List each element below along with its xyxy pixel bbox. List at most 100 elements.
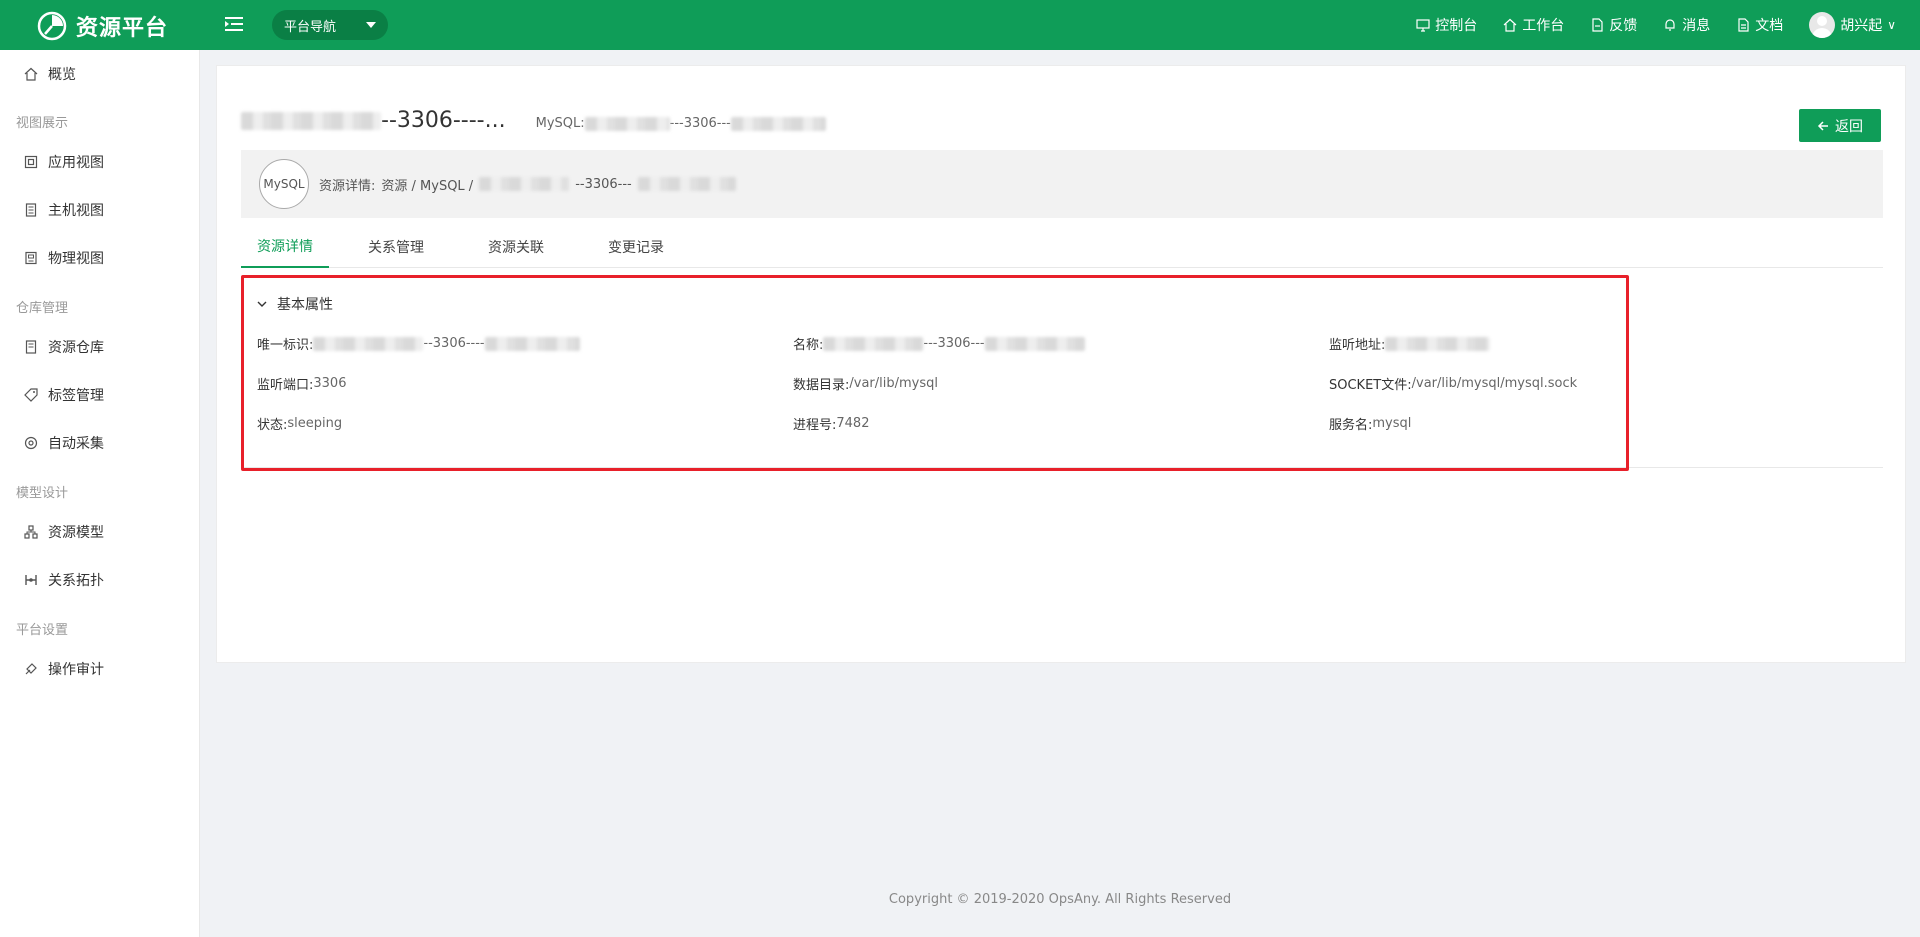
section-title: 基本属性 xyxy=(277,297,333,313)
mysql-badge: MySQL xyxy=(259,159,309,209)
sidebar-item-label: 关系拓扑 xyxy=(48,573,104,589)
header-console-label: 控制台 xyxy=(1435,18,1478,34)
header-console-link[interactable]: 控制台 xyxy=(1416,15,1477,35)
redacted-text xyxy=(637,177,736,191)
file-icon xyxy=(1592,18,1603,32)
menu-toggle-button[interactable] xyxy=(222,12,246,36)
header-feedback-link[interactable]: 反馈 xyxy=(1590,15,1637,35)
tab-relation-management[interactable]: 关系管理 xyxy=(351,226,441,268)
prop-value: 7482 xyxy=(836,416,870,431)
header-docs-label: 文档 xyxy=(1755,18,1784,34)
basic-attributes-section: 基本属性 唯一标识: --3306---- 名称: ---3306--- 监听地… xyxy=(241,272,1883,471)
redacted-text xyxy=(1385,336,1491,351)
prop-label: 监听地址: xyxy=(1329,338,1386,353)
resource-info-bar: MySQL 资源详情: 资源 / MySQL / --3306--- xyxy=(241,150,1883,218)
sidebar-item-auto-collect[interactable]: 自动采集 xyxy=(24,431,104,455)
prop-label: 状态: xyxy=(257,418,288,433)
sidebar-item-label: 主机视图 xyxy=(48,203,104,219)
subtitle-prefix: MySQL: xyxy=(535,116,585,131)
host-icon xyxy=(25,203,37,217)
bell-icon xyxy=(1665,19,1675,31)
prop-value: /var/lib/mysql xyxy=(849,376,939,391)
model-icon xyxy=(24,525,38,539)
highlight-annotation xyxy=(241,275,1629,471)
header-docs-link[interactable]: 文档 xyxy=(1736,15,1783,35)
sidebar-group-title: 模型设计 xyxy=(16,486,69,501)
redacted-text xyxy=(313,336,424,351)
prop-listen-port: 监听端口: 3306 xyxy=(257,374,346,393)
sidebar-group-title: 仓库管理 xyxy=(16,301,69,316)
user-menu[interactable]: 胡兴起 ∨ xyxy=(1809,12,1896,38)
monitor-icon xyxy=(1416,19,1430,32)
redacted-text xyxy=(241,112,381,130)
redacted-text xyxy=(823,336,924,351)
sidebar-item-resource-repo[interactable]: 资源仓库 xyxy=(24,335,104,359)
topology-icon xyxy=(25,575,37,585)
prop-label: 数据目录: xyxy=(793,378,850,393)
prop-unique-id: 唯一标识: --3306---- xyxy=(257,334,580,353)
prop-value: sleeping xyxy=(287,416,343,431)
sidebar-item-label: 物理视图 xyxy=(48,251,104,267)
prop-label: 进程号: xyxy=(793,418,837,433)
redacted-text xyxy=(584,116,670,131)
detail-tabs: 资源详情 关系管理 资源关联 变更记录 xyxy=(241,226,1883,268)
header-actions: 控制台 工作台 反馈 消息 文档 胡兴起 ∨ xyxy=(1416,0,1896,50)
back-button-label: 返回 xyxy=(1835,118,1863,135)
arrow-left-icon xyxy=(1817,120,1828,131)
header-workbench-link[interactable]: 工作台 xyxy=(1503,15,1564,35)
logo[interactable]: 资源平台 xyxy=(36,10,168,42)
sidebar-item-label: 资源模型 xyxy=(48,525,104,541)
redacted-text xyxy=(730,116,826,131)
prop-value: ---3306--- xyxy=(923,336,985,351)
redacted-text xyxy=(479,177,570,191)
sidebar-item-audit[interactable]: 操作审计 xyxy=(24,657,104,681)
section-header[interactable]: 基本属性 xyxy=(257,294,333,314)
audit-icon xyxy=(25,663,37,675)
chevron-down-icon xyxy=(257,301,267,307)
sidebar-item-relation-topology[interactable]: 关系拓扑 xyxy=(24,568,104,592)
redacted-text xyxy=(484,336,580,351)
user-name: 胡兴起 xyxy=(1840,18,1883,34)
platform-nav-dropdown[interactable]: 平台导航 xyxy=(272,10,388,40)
chevron-down-icon: ∨ xyxy=(1887,18,1896,32)
page-subtitle: MySQL: ---3306--- xyxy=(536,116,826,131)
header-messages-link[interactable]: 消息 xyxy=(1663,15,1710,35)
tab-change-log[interactable]: 变更记录 xyxy=(591,226,681,268)
breadcrumb-path[interactable]: 资源 / MySQL / xyxy=(381,175,473,194)
physical-icon xyxy=(25,251,37,265)
page-title-suffix: --3306----... xyxy=(381,108,506,133)
tab-resource-detail[interactable]: 资源详情 xyxy=(241,226,329,268)
breadcrumb-mid: --3306--- xyxy=(575,176,632,192)
sidebar-item-tag-management[interactable]: 标签管理 xyxy=(24,383,104,407)
sidebar-item-physical-view[interactable]: 物理视图 xyxy=(24,246,104,270)
footer-copyright: Copyright © 2019-2020 OpsAny. All Rights… xyxy=(888,892,1232,907)
breadcrumb: 资源详情: 资源 / MySQL / --3306--- xyxy=(319,175,736,194)
prop-value: --3306---- xyxy=(423,336,485,351)
resource-detail-card: --3306----... MySQL: ---3306--- 返回 MySQL … xyxy=(216,65,1906,663)
sidebar-item-resource-model[interactable]: 资源模型 xyxy=(24,520,104,544)
prop-label: 名称: xyxy=(793,338,824,353)
sidebar-item-app-view[interactable]: 应用视图 xyxy=(24,150,104,174)
header-feedback-label: 反馈 xyxy=(1609,18,1638,34)
prop-label: 唯一标识: xyxy=(257,338,314,353)
sidebar-item-overview[interactable]: 概览 xyxy=(24,62,76,86)
prop-label: SOCKET文件: xyxy=(1329,378,1412,393)
sidebar-group-title: 视图展示 xyxy=(16,116,69,131)
sidebar-item-label: 自动采集 xyxy=(48,436,104,452)
breadcrumb-label: 资源详情: xyxy=(319,178,376,194)
sidebar-item-host-view[interactable]: 主机视图 xyxy=(24,198,104,222)
tab-resource-association[interactable]: 资源关联 xyxy=(471,226,561,268)
prop-label: 服务名: xyxy=(1329,418,1373,433)
prop-label: 监听端口: xyxy=(257,378,314,393)
sidebar-item-label: 概览 xyxy=(48,67,76,83)
sidebar-item-label: 标签管理 xyxy=(48,388,104,404)
prop-process-id: 进程号: 7482 xyxy=(793,414,869,433)
sidebar-item-label: 操作审计 xyxy=(48,662,104,678)
sidebar-item-label: 资源仓库 xyxy=(48,340,104,356)
subtitle-mid: ---3306--- xyxy=(669,116,731,131)
prop-service-name: 服务名: mysql xyxy=(1329,414,1411,433)
prop-listen-address: 监听地址: xyxy=(1329,334,1491,353)
header-messages-label: 消息 xyxy=(1682,18,1711,34)
back-button[interactable]: 返回 xyxy=(1799,109,1881,142)
sidebar: 概览 视图展示 应用视图 主机视图 物理视图 仓库管理 资源仓库 标签管理 自动… xyxy=(0,50,200,937)
